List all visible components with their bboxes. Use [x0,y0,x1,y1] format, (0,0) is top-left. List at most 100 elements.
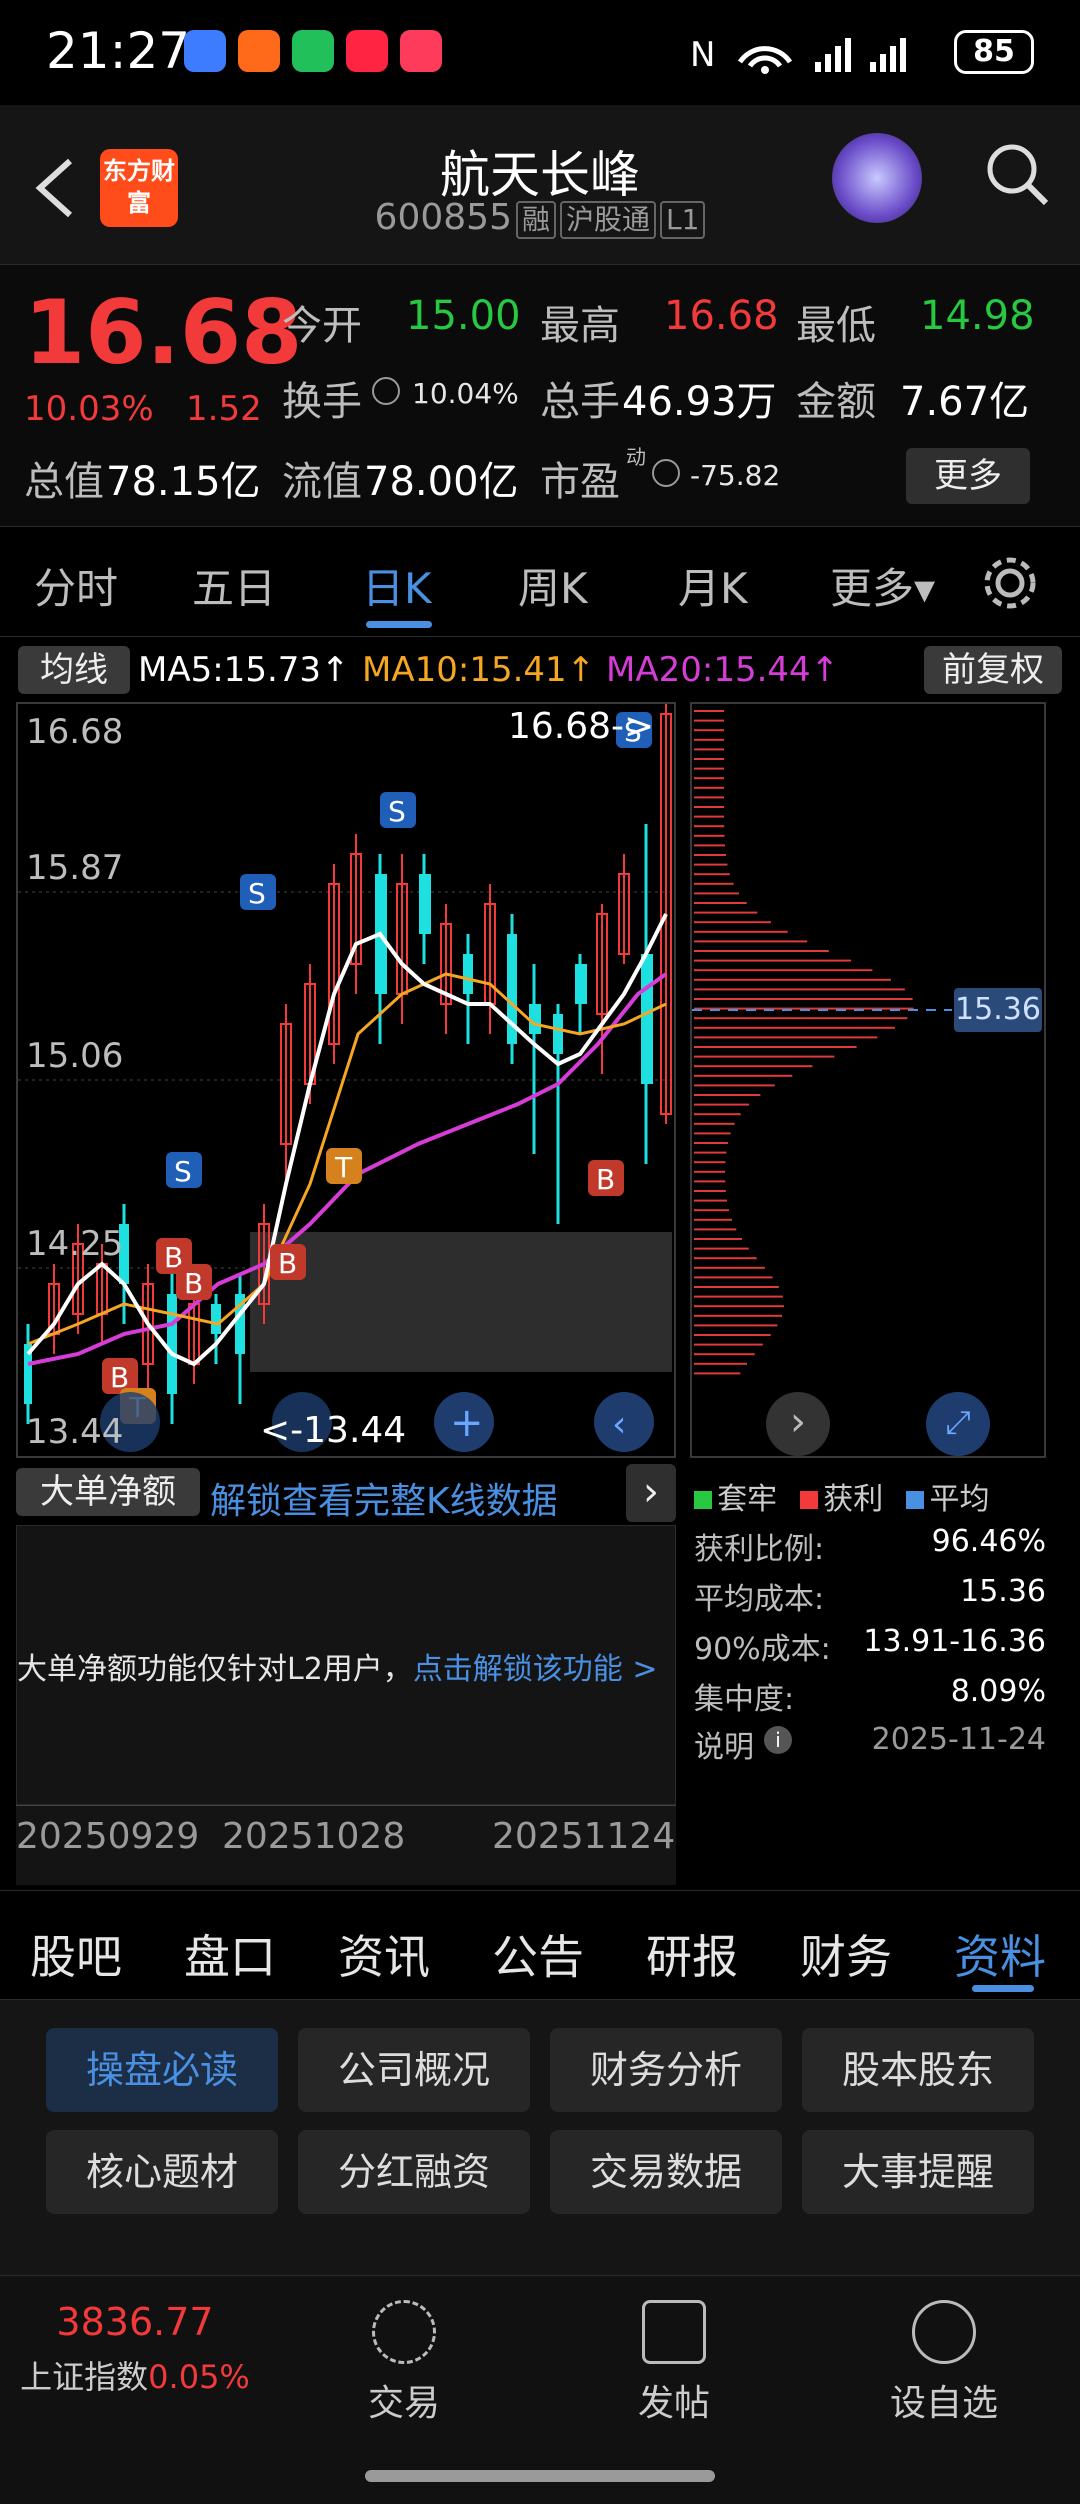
more-dots-icon [912,2300,976,2364]
svg-text:S: S [174,1155,192,1188]
xiaohongshu-app-icon [346,30,388,72]
tab-pankou[interactable]: 盘口 [184,1921,276,1987]
trade-button[interactable]: 交易 [304,2300,504,2426]
chip-bar [694,1295,783,1298]
index-widget[interactable]: 3836.77 上证指数0.05% [0,2300,270,2398]
unlock-kline-link[interactable]: 解锁查看完整K线数据 [210,1472,558,1524]
svg-text:S: S [388,795,406,828]
active-tab-indicator [366,621,432,628]
tab-announcements[interactable]: 公告 [492,1921,584,1987]
support-zone [250,1232,672,1372]
btn-major-events[interactable]: 大事提醒 [802,2130,1034,2214]
chip-bar [694,950,829,952]
chip-legend: 套牢 获利 平均 [694,1474,1064,1517]
search-icon[interactable] [982,139,1052,209]
chip-bar [694,1113,741,1116]
add-watchlist-button[interactable]: 设自选 [844,2300,1044,2426]
chip-bar [694,796,725,799]
chip-bar [694,1334,771,1336]
svg-text:N: N [690,35,715,75]
tab-weekly-k[interactable]: 周K [518,555,588,616]
stat-explain-label[interactable]: 说明 [694,1722,754,1766]
btn-company-overview[interactable]: 公司概况 [298,2028,530,2112]
chip-bar [694,1103,750,1106]
expand-icon[interactable]: ⤢ [926,1392,990,1456]
stat-avg-cost-label: 平均成本: [694,1582,825,1617]
btn-trading-must-read[interactable]: 操盘必读 [46,2028,278,2112]
unlock-feature-link[interactable]: 点击解锁该功能 > [413,1652,658,1687]
svg-text:+: + [450,1400,484,1446]
svg-text:B: B [184,1267,203,1300]
tab-finance[interactable]: 财务 [800,1921,892,1987]
tab-monthly-k[interactable]: 月K [678,555,748,616]
chip-bar [694,1276,773,1279]
info-icon[interactable] [652,459,680,487]
volume-value: 46.93万 [622,379,777,425]
chevron-right-icon[interactable]: › [766,1392,830,1456]
tab-daily-k[interactable]: 日K [362,555,432,616]
legend-profit: 获利 [823,1482,884,1517]
chip-bar [694,921,771,924]
index-change: 0.05% [148,2358,250,2396]
chip-bar [694,1324,778,1327]
legend-swatch-average [906,1491,925,1509]
period-tabs: 分时 五日 日K 周K 月K 更多▾ [0,527,1080,637]
section-tabs: 股吧 盘口 资讯 公告 研报 财务 资料 [0,1890,1080,2000]
chip-bar [694,902,747,904]
btn-dividends[interactable]: 分红融资 [298,2130,530,2214]
kline-chart[interactable]: S S S S B B B B B T T + ‹ 16.68 15.87 15… [16,702,676,1458]
chip-bar [694,1036,878,1039]
chip-bar [694,1026,895,1029]
settings-gear-icon[interactable] [980,553,1040,613]
post-button[interactable]: 发帖 [574,2300,774,2426]
btn-shareholders[interactable]: 股本股东 [802,2028,1034,2112]
tab-more[interactable]: 更多▾ [830,555,935,616]
y-label-top: 16.68 [26,712,124,752]
chip-bar [694,729,725,732]
open-value: 15.00 [406,293,521,339]
stat-profit-ratio-label: 获利比例: [694,1532,825,1567]
tab-five-day[interactable]: 五日 [192,555,276,616]
mktcap-label: 总值 [24,459,104,505]
ma-toggle-button[interactable]: 均线 [18,646,130,694]
btn-financial-analysis[interactable]: 财务分析 [550,2028,782,2112]
high-label: 最高 [540,303,620,349]
high-value: 16.68 [664,293,779,339]
chevron-right-icon[interactable]: › [626,1464,676,1522]
adjust-button[interactable]: 前复权 [924,646,1062,694]
info-icon[interactable]: i [764,1726,792,1754]
l2-notice-text: 大单净额功能仅针对L2用户， [17,1652,413,1687]
low-label: 最低 [796,303,876,349]
btn-trade-data[interactable]: 交易数据 [550,2130,782,2214]
chip-bar [694,1257,757,1260]
net-amount-panel: 大单净额功能仅针对L2用户，点击解锁该功能 > [16,1525,676,1805]
net-amount-dropdown[interactable]: 大单净额 [16,1468,200,1516]
chip-bar [694,1209,729,1212]
chip-bar [694,882,734,885]
tab-intraday[interactable]: 分时 [34,555,118,616]
more-button[interactable]: 更多 [906,448,1030,504]
tab-guba[interactable]: 股吧 [30,1921,122,1987]
post-label: 发帖 [637,2383,710,2424]
pe-value: -75.82 [690,459,781,492]
avg-cost-label: 15.36 [954,988,1042,1032]
tab-news[interactable]: 资讯 [338,1921,430,1987]
svg-text:T: T [334,1151,353,1184]
message-app-icon [184,30,226,72]
svg-text:B: B [278,1247,297,1280]
btn-core-themes[interactable]: 核心题材 [46,2130,278,2214]
trade-yuan-icon [372,2300,436,2364]
change-amount: 1.52 [186,389,262,429]
chip-bar [694,959,852,962]
tab-research[interactable]: 研报 [646,1921,738,1987]
chip-distribution-chart[interactable]: 15.36 › ⤢ [690,702,1046,1458]
legend-swatch-profit [800,1491,819,1509]
date-axis: 20250929 20251028 20251124 [16,1805,676,1885]
info-icon[interactable] [372,377,400,405]
chip-bar [694,1170,726,1173]
low-marker: <-13.44 [260,1410,407,1451]
chip-bar [694,1151,727,1154]
assistant-avatar-icon[interactable] [832,133,922,223]
tab-profile[interactable]: 资料 [954,1921,1046,1987]
watch-label: 设自选 [889,2383,998,2424]
